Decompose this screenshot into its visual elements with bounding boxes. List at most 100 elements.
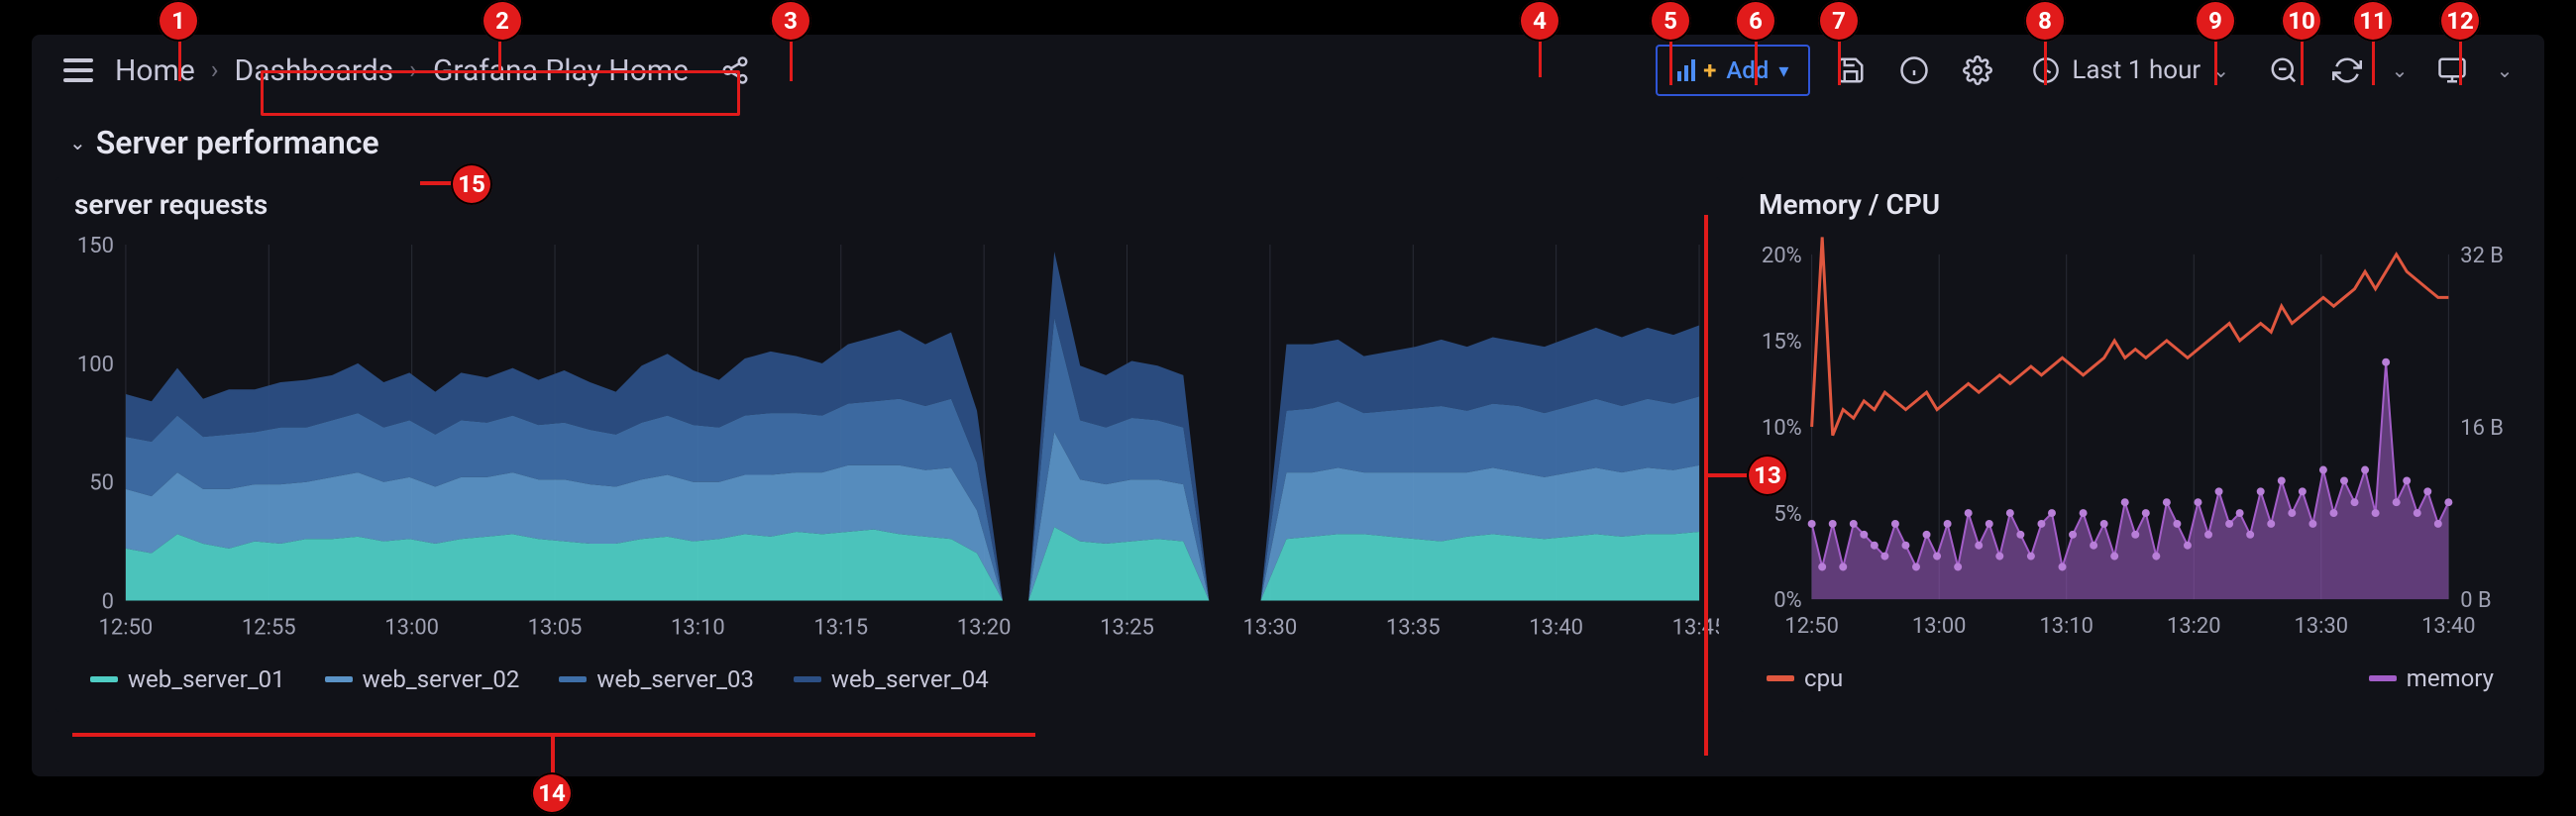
chevron-right-icon: ›	[211, 55, 219, 85]
callout-12: 12	[2439, 0, 2481, 42]
annotation-line	[1704, 215, 1708, 756]
chevron-down-icon: ⌄	[69, 131, 86, 154]
line-chart: 0%5%10%15%20%0 B16 B32 B12:5013:0013:101…	[1741, 235, 2520, 659]
legend-label: memory	[2407, 664, 2494, 692]
svg-text:13:40: 13:40	[2421, 614, 2475, 639]
svg-text:13:10: 13:10	[2039, 614, 2093, 639]
callout-2: 2	[482, 0, 523, 42]
svg-text:13:20: 13:20	[2167, 614, 2220, 639]
refresh-icon[interactable]	[2324, 48, 2370, 93]
legend-label: web_server_03	[596, 665, 754, 693]
row-title: Server performance	[96, 124, 379, 161]
svg-text:13:15: 13:15	[813, 616, 868, 641]
svg-text:5%: 5%	[1773, 502, 1801, 527]
legend-item[interactable]: web_server_03	[559, 665, 754, 693]
svg-text:15%: 15%	[1762, 330, 1802, 355]
svg-text:100: 100	[77, 353, 114, 377]
svg-text:20%: 20%	[1762, 244, 1802, 268]
callout-6: 6	[1735, 0, 1776, 42]
svg-text:0%: 0%	[1773, 588, 1801, 613]
area-chart: 0 50 100 150 12:50 12:55 13:00 13:05 13:10 13:15 1…	[56, 235, 1719, 660]
legend-label: cpu	[1804, 664, 1843, 692]
callout-14: 14	[531, 772, 573, 814]
annotation-box	[261, 70, 740, 116]
svg-text:16 B: 16 B	[2460, 416, 2504, 441]
annotation-line	[2301, 42, 2304, 85]
svg-text:13:30: 13:30	[2295, 614, 2348, 639]
panel-title: server requests	[56, 178, 1719, 235]
annotation-line	[420, 181, 453, 185]
legend-item[interactable]: memory	[2369, 664, 2494, 692]
annotation-line	[551, 733, 555, 774]
save-icon[interactable]	[1828, 48, 1874, 93]
annotation-line	[178, 42, 181, 81]
callout-15: 15	[451, 163, 492, 205]
legend-label: web_server_01	[128, 665, 285, 693]
svg-text:32 B: 32 B	[2460, 244, 2504, 268]
menu-icon[interactable]	[59, 51, 97, 89]
info-icon[interactable]	[1891, 48, 1937, 93]
svg-text:13:35: 13:35	[1386, 616, 1441, 641]
legend-item[interactable]: cpu	[1767, 664, 1843, 692]
annotation-line	[2214, 42, 2217, 85]
tv-mode-chevron-icon[interactable]: ⌄	[2493, 58, 2517, 82]
gear-icon[interactable]	[1955, 48, 2000, 93]
svg-text:0: 0	[102, 590, 114, 615]
time-range-label: Last 1 hour	[2072, 55, 2200, 85]
annotation-line	[1669, 42, 1672, 85]
callout-11: 11	[2352, 0, 2394, 42]
callout-7: 7	[1818, 0, 1860, 42]
legend-item[interactable]: web_server_01	[90, 665, 285, 693]
panel-server-requests[interactable]: server requests 0 50 100 150 12:50 12:55 13:00…	[55, 177, 1720, 712]
app-frame: Home › Dashboards › Grafana Play Home + …	[32, 35, 2544, 776]
annotation-line	[2372, 42, 2375, 85]
legend: web_server_01 web_server_02 web_server_03 w…	[56, 660, 1719, 693]
add-button[interactable]: + Add ▾	[1656, 45, 1810, 96]
annotation-line	[1704, 473, 1750, 477]
annotation-line	[1539, 42, 1542, 77]
callout-3: 3	[770, 0, 811, 42]
panel-memory-cpu[interactable]: Memory / CPU 0%5%10%15%20%0 B16 B32 B12:…	[1740, 177, 2521, 712]
svg-text:13:45: 13:45	[1672, 616, 1719, 641]
svg-text:13:00: 13:00	[1912, 614, 1966, 639]
tv-mode-icon[interactable]	[2429, 48, 2475, 93]
chevron-down-icon: ▾	[1778, 58, 1788, 82]
refresh-interval-chevron-icon[interactable]: ⌄	[2388, 58, 2412, 82]
time-range-picker[interactable]: Last 1 hour ⌄	[2018, 48, 2243, 93]
svg-text:12:50: 12:50	[99, 616, 154, 641]
callout-13: 13	[1747, 455, 1788, 496]
legend: cpu memory	[1741, 659, 2520, 692]
svg-text:13:30: 13:30	[1243, 616, 1298, 641]
svg-text:13:25: 13:25	[1100, 616, 1154, 641]
plus-icon: +	[1703, 56, 1716, 84]
svg-text:13:10: 13:10	[671, 616, 725, 641]
svg-text:50: 50	[89, 471, 114, 496]
svg-text:13:20: 13:20	[957, 616, 1012, 641]
svg-text:150: 150	[77, 235, 114, 258]
annotation-line	[2459, 42, 2462, 85]
panel-title: Memory / CPU	[1741, 178, 2520, 235]
panel-icon	[1677, 59, 1695, 81]
annotation-line	[1755, 42, 1758, 85]
legend-label: web_server_04	[831, 665, 989, 693]
panels-row: server requests 0 50 100 150 12:50 12:55 13:00…	[32, 167, 2544, 736]
callout-4: 4	[1519, 0, 1560, 42]
callout-1: 1	[158, 0, 199, 42]
add-button-label: Add	[1726, 56, 1769, 84]
svg-text:13:00: 13:00	[384, 616, 439, 641]
annotation-line	[498, 42, 501, 71]
callout-9: 9	[2195, 0, 2236, 42]
svg-text:13:40: 13:40	[1529, 616, 1583, 641]
legend-item[interactable]: web_server_02	[325, 665, 520, 693]
svg-text:0 B: 0 B	[2460, 588, 2491, 613]
callout-10: 10	[2281, 0, 2322, 42]
svg-text:13:05: 13:05	[528, 616, 583, 641]
callout-8: 8	[2024, 0, 2066, 42]
annotation-line	[1838, 42, 1841, 85]
svg-text:10%: 10%	[1762, 416, 1802, 441]
annotation-line	[790, 42, 793, 81]
legend-item[interactable]: web_server_04	[794, 665, 989, 693]
callout-5: 5	[1650, 0, 1691, 42]
svg-text:12:55: 12:55	[242, 616, 296, 641]
breadcrumb-home[interactable]: Home	[115, 53, 195, 88]
